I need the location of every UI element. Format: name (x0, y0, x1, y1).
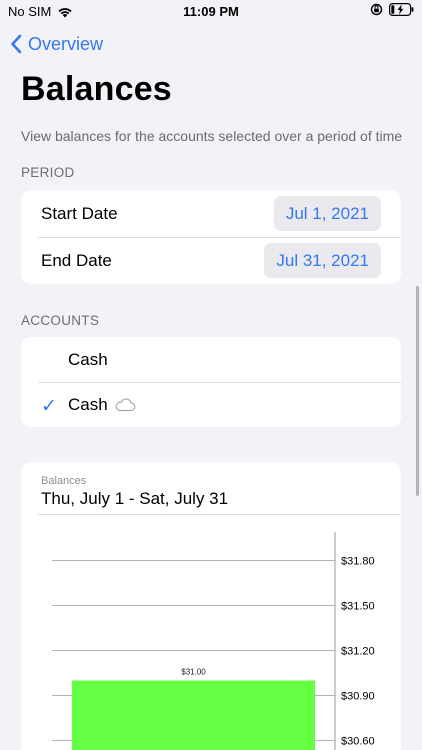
period-section-header: PERIOD (21, 165, 75, 180)
status-right (370, 3, 414, 16)
balances-chart-card: Balances Thu, July 1 - Sat, July 31 $31.… (21, 462, 401, 750)
account-row-cash[interactable]: Cash (21, 337, 401, 382)
back-button-label: Overview (28, 33, 104, 54)
clock: 11:09 PM (183, 4, 239, 19)
y-tick-label: $31.20 (341, 646, 375, 658)
y-tick-label: $30.60 (341, 736, 375, 748)
page-title: Balances (21, 70, 172, 108)
y-tick-label: $31.80 (341, 556, 375, 568)
y-tick-label: $30.90 (341, 691, 375, 703)
balances-bar-chart: $31.80 $31.50 $31.20 $30.90 $30.60 $31.00 (52, 532, 375, 750)
checkmark-icon: ✓ (41, 396, 57, 417)
end-date-row: End Date Jul 31, 2021 (21, 237, 401, 284)
cloud-icon (114, 397, 136, 412)
scrollbar[interactable] (416, 286, 419, 496)
account-name: Cash (68, 349, 108, 369)
account-name: Cash (68, 394, 108, 414)
y-tick-label: $31.50 (341, 601, 375, 613)
start-date-picker[interactable]: Jul 1, 2021 (273, 196, 381, 231)
start-date-label: Start Date (41, 203, 118, 223)
back-button[interactable]: Overview (10, 30, 103, 58)
period-card: Start Date Jul 1, 2021 End Date Jul 31, … (21, 190, 401, 284)
status-bar: No SIM 11:09 PM (0, 0, 422, 24)
battery-charging-icon (389, 3, 414, 16)
account-row-cash-icloud[interactable]: ✓ Cash (21, 382, 401, 427)
page-description: View balances for the accounts selected … (21, 128, 403, 144)
start-date-row: Start Date Jul 1, 2021 (21, 190, 401, 237)
orientation-lock-icon (370, 3, 383, 16)
accounts-section-header: ACCOUNTS (21, 313, 100, 328)
balance-bar (72, 680, 315, 750)
end-date-picker[interactable]: Jul 31, 2021 (264, 243, 381, 278)
end-date-label: End Date (41, 250, 112, 270)
accounts-card: Cash ✓ Cash (21, 337, 401, 427)
chevron-left-icon (11, 34, 22, 54)
bar-data-label: $31.00 (181, 668, 206, 677)
